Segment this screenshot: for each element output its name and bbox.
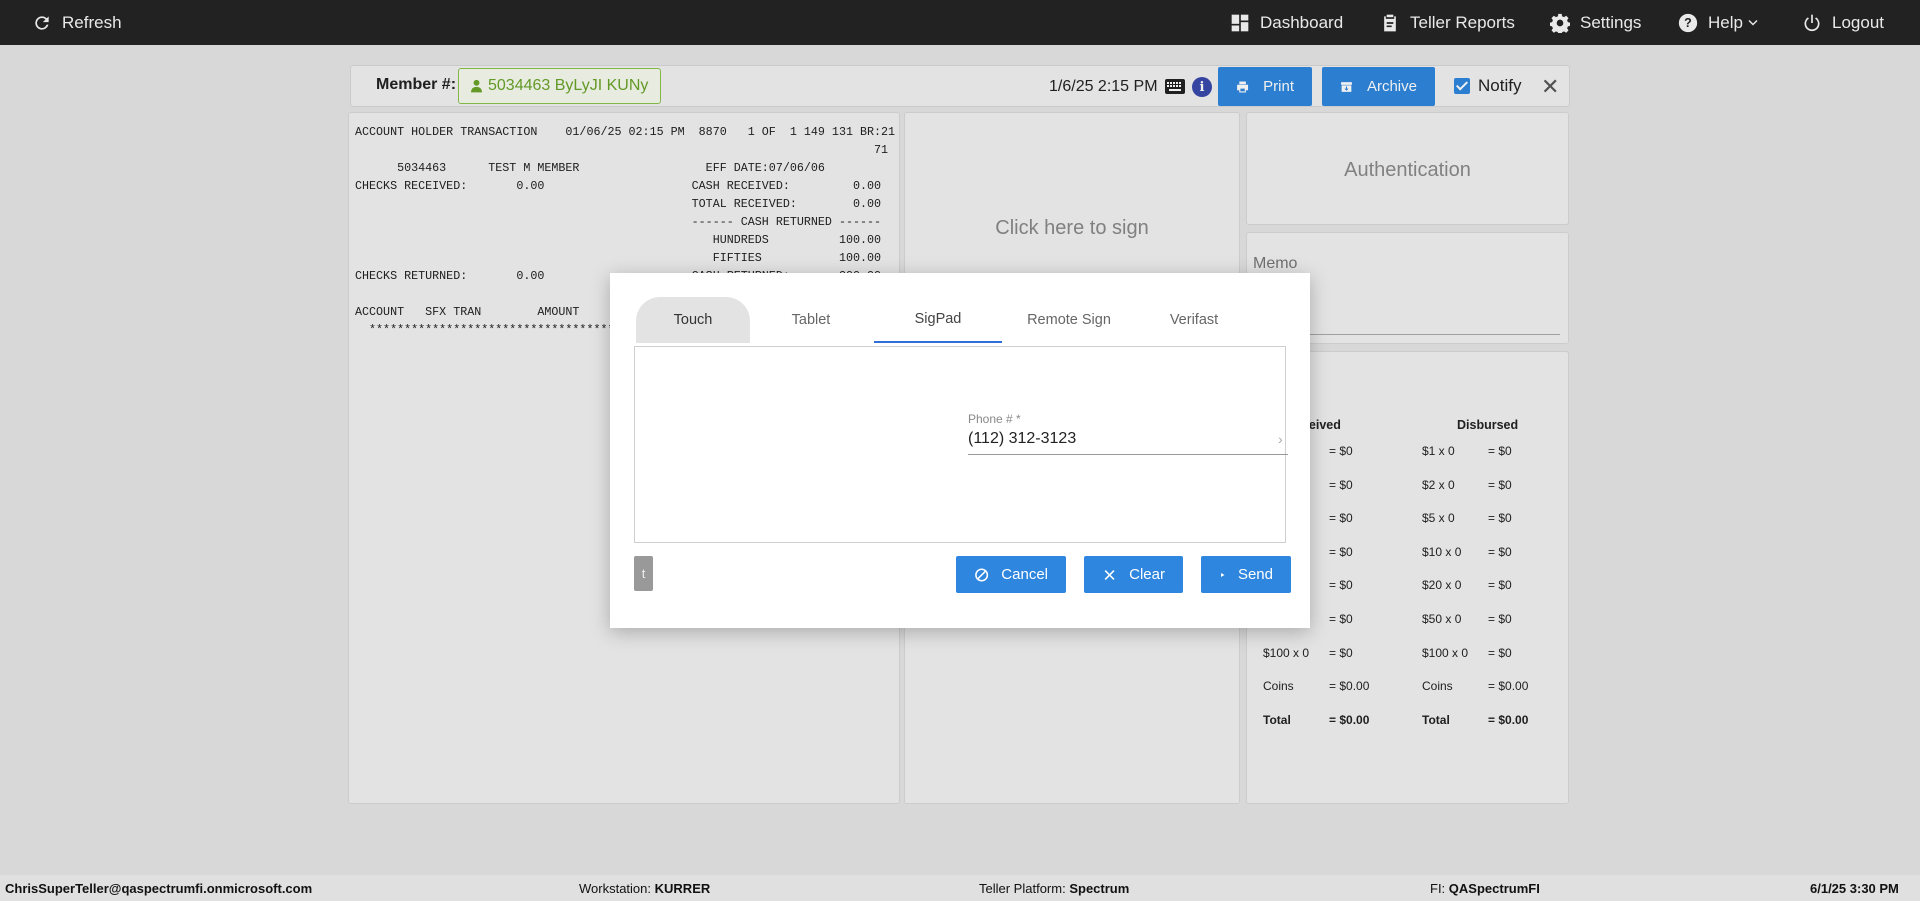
footer-platform: Teller Platform: Spectrum bbox=[979, 881, 1129, 896]
chevron-down-icon bbox=[1748, 19, 1758, 25]
logout-link[interactable]: Logout bbox=[1802, 0, 1884, 45]
phone-label: Phone # * bbox=[968, 412, 1021, 426]
platform-label: Teller Platform: bbox=[979, 881, 1066, 896]
disabled-button[interactable]: t bbox=[634, 556, 653, 591]
chevron-right-icon: › bbox=[1278, 431, 1283, 447]
phone-input[interactable]: (112) 312-3123 bbox=[968, 430, 1076, 448]
tab-verifast[interactable]: Verifast bbox=[1134, 297, 1254, 343]
cancel-button[interactable]: Cancel bbox=[956, 556, 1066, 593]
teller-reports-label: Teller Reports bbox=[1410, 12, 1515, 32]
refresh-icon bbox=[35, 15, 49, 30]
workstation-label: Workstation: bbox=[579, 881, 652, 896]
clear-button[interactable]: Clear bbox=[1084, 556, 1183, 593]
question-icon: ? bbox=[1678, 13, 1698, 32]
help-label: Help bbox=[1708, 12, 1743, 32]
close-icon bbox=[1104, 569, 1115, 580]
send-button[interactable]: Send bbox=[1201, 556, 1291, 593]
send-label: Send bbox=[1237, 566, 1273, 583]
signature-capture-dialog: Touch Tablet SigPad Remote Sign Verifast… bbox=[610, 273, 1310, 628]
svg-text:?: ? bbox=[1684, 16, 1692, 30]
teller-reports-link[interactable]: Teller Reports bbox=[1380, 0, 1515, 45]
play-icon bbox=[1221, 572, 1225, 577]
platform-value: Spectrum bbox=[1069, 881, 1130, 896]
clear-label: Clear bbox=[1129, 566, 1165, 583]
help-menu[interactable]: ? Help bbox=[1678, 0, 1759, 45]
phone-input-underline bbox=[968, 454, 1288, 455]
footer-user: ChrisSuperTeller@qaspectrumfi.onmicrosof… bbox=[5, 881, 313, 896]
tab-tablet[interactable]: Tablet bbox=[754, 297, 868, 343]
refresh-label: Refresh bbox=[62, 12, 122, 32]
dashboard-icon bbox=[1231, 14, 1249, 31]
signature-tabs: Touch Tablet SigPad Remote Sign Verifast bbox=[634, 297, 1274, 343]
footer-fi: FI: QASpectrumFI bbox=[1430, 881, 1540, 896]
disabled-button-label: t bbox=[641, 566, 646, 581]
logout-label: Logout bbox=[1832, 12, 1884, 32]
power-icon bbox=[1804, 14, 1820, 31]
footer-datetime: 6/1/25 3:30 PM bbox=[1810, 881, 1899, 896]
top-nav-bar: Refresh Dashboard Teller Reports Setting… bbox=[0, 0, 1920, 45]
footer-workstation: Workstation: KURRER bbox=[579, 881, 710, 896]
settings-label: Settings bbox=[1580, 12, 1642, 32]
refresh-button[interactable]: Refresh bbox=[32, 0, 122, 45]
status-footer: ChrisSuperTeller@qaspectrumfi.onmicrosof… bbox=[0, 875, 1920, 901]
dashboard-label: Dashboard bbox=[1260, 12, 1344, 32]
fi-value: QASpectrumFI bbox=[1448, 881, 1540, 896]
settings-link[interactable]: Settings bbox=[1550, 0, 1641, 45]
dashboard-link[interactable]: Dashboard bbox=[1230, 0, 1343, 45]
cancel-label: Cancel bbox=[1001, 566, 1048, 583]
tab-remote-sign[interactable]: Remote Sign bbox=[1004, 297, 1134, 343]
ban-icon bbox=[975, 567, 989, 582]
clipboard-icon bbox=[1384, 14, 1396, 31]
gear-icon bbox=[1550, 13, 1570, 33]
tab-touch[interactable]: Touch bbox=[636, 297, 750, 343]
tab-sigpad[interactable]: SigPad bbox=[874, 297, 1002, 343]
sigpad-content: Phone # * (112) 312-3123 › bbox=[634, 346, 1288, 543]
workstation-value: KURRER bbox=[654, 881, 711, 896]
fi-label: FI: bbox=[1430, 881, 1446, 896]
